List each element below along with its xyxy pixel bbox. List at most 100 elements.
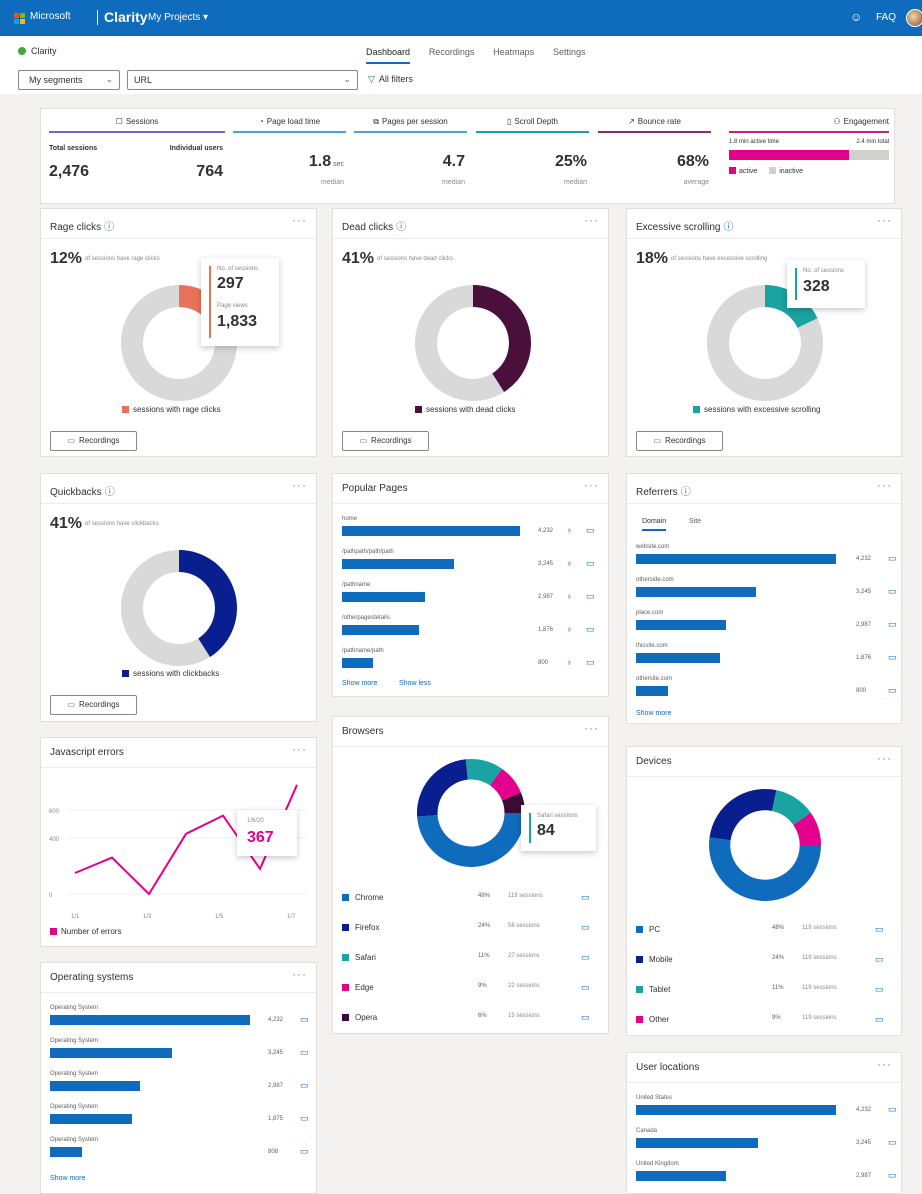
my-projects-dropdown[interactable]: My Projects ▾ [148, 12, 208, 23]
row-bar[interactable] [636, 620, 726, 630]
more-options-icon[interactable]: ··· [292, 213, 307, 227]
help-icon[interactable]: ⓘ [396, 222, 406, 233]
more-options-icon[interactable]: ··· [292, 742, 307, 756]
row-bar[interactable] [636, 686, 668, 696]
recording-camera-icon[interactable]: ▭ [300, 1080, 309, 1091]
recording-camera-icon[interactable]: ▭ [581, 1012, 590, 1023]
row-bar[interactable] [50, 1081, 140, 1091]
row-bar[interactable] [636, 1171, 726, 1181]
tab-site[interactable]: Site [689, 518, 701, 525]
recording-camera-icon[interactable]: ▭ [888, 1137, 897, 1148]
more-options-icon[interactable]: ··· [292, 967, 307, 981]
donut-slice-pc[interactable] [709, 837, 821, 901]
url-filter-dropdown[interactable]: URL ⌄ [127, 70, 358, 90]
show-less-link[interactable]: Show less [399, 680, 431, 687]
show-more-link[interactable]: Show more [636, 710, 671, 717]
recording-camera-icon[interactable]: ▭ [300, 1113, 309, 1124]
more-options-icon[interactable]: ··· [584, 213, 599, 227]
row-bar[interactable] [342, 592, 425, 602]
row-bar[interactable] [50, 1114, 132, 1124]
recording-camera-icon[interactable]: ▭ [581, 922, 590, 933]
row-bar[interactable] [342, 625, 419, 635]
recording-camera-icon[interactable]: ▭ [300, 1146, 309, 1157]
recording-camera-icon[interactable]: ▭ [581, 952, 590, 963]
tab-recordings[interactable]: Recordings [429, 47, 475, 57]
more-options-icon[interactable]: ··· [877, 751, 892, 765]
row-bar[interactable] [50, 1048, 172, 1058]
rage-clicks-recordings-button[interactable]: ▭ Recordings [50, 431, 137, 451]
recording-camera-icon[interactable]: ▭ [300, 1047, 309, 1058]
row-bar[interactable] [636, 587, 756, 597]
row-bar[interactable] [636, 554, 836, 564]
recording-camera-icon[interactable]: ▭ [875, 924, 884, 935]
tab-heatmaps[interactable]: Heatmaps [493, 47, 534, 57]
excessive-scrolling-recordings-button[interactable]: ▭ Recordings [636, 431, 723, 451]
more-options-icon[interactable]: ··· [877, 1057, 892, 1071]
more-options-icon[interactable]: ··· [877, 213, 892, 227]
show-more-link[interactable]: Show more [50, 1175, 85, 1182]
heatmap-icon[interactable]: ♁ [566, 624, 573, 634]
scroll-depth-sub: median [564, 179, 587, 186]
recording-camera-icon[interactable]: ▭ [581, 982, 590, 993]
recording-camera-icon[interactable]: ▭ [581, 892, 590, 903]
help-icon[interactable]: ⓘ [105, 487, 115, 498]
dead-clicks-recordings-button[interactable]: ▭ Recordings [342, 431, 429, 451]
tab-domain[interactable]: Domain [642, 518, 667, 531]
recording-camera-icon[interactable]: ▭ [875, 1014, 884, 1025]
tooltip-sessions-value: 297 [217, 275, 244, 292]
row-bar[interactable] [342, 526, 520, 536]
donut-slice[interactable] [473, 285, 531, 392]
quickbacks-recordings-button[interactable]: ▭ Recordings [50, 695, 137, 715]
avatar[interactable] [906, 9, 922, 27]
recording-camera-icon[interactable]: ▭ [586, 657, 595, 668]
faq-link[interactable]: FAQ [876, 12, 896, 23]
show-more-link[interactable]: Show more [342, 680, 377, 687]
donut-slice[interactable] [179, 550, 238, 657]
heatmap-icon[interactable]: ♁ [566, 657, 573, 667]
recording-camera-icon[interactable]: ▭ [586, 525, 595, 536]
all-filters-button[interactable]: ▽ All filters [368, 74, 413, 85]
legend-row: Mobile 24% 119 sessions ▭ [636, 954, 894, 969]
row-bar[interactable] [636, 1105, 836, 1115]
project-name[interactable]: Clarity [18, 46, 57, 56]
heatmap-icon[interactable]: ♁ [566, 591, 573, 601]
tab-settings[interactable]: Settings [553, 47, 586, 57]
heatmap-icon[interactable]: ♁ [566, 558, 573, 568]
recording-camera-icon[interactable]: ▭ [875, 984, 884, 995]
feedback-smile-icon[interactable]: ☺ [850, 10, 862, 24]
row-bar[interactable] [342, 559, 454, 569]
recording-camera-icon[interactable]: ▭ [888, 586, 897, 597]
dead-clicks-legend: sessions with dead clicks [415, 405, 515, 414]
recording-camera-icon[interactable]: ▭ [888, 1170, 897, 1181]
segments-dropdown[interactable]: My segments ⌄ [18, 70, 120, 90]
heatmap-icon[interactable]: ♁ [566, 525, 573, 535]
row-bar[interactable] [50, 1015, 250, 1025]
donut-slice-chrome[interactable] [417, 813, 525, 868]
row-bar[interactable] [50, 1147, 82, 1157]
recording-camera-icon[interactable]: ▭ [586, 591, 595, 602]
more-options-icon[interactable]: ··· [584, 478, 599, 492]
more-options-icon[interactable]: ··· [584, 721, 599, 735]
more-options-icon[interactable]: ··· [877, 478, 892, 492]
help-icon[interactable]: ⓘ [723, 222, 733, 233]
tab-dashboard[interactable]: Dashboard [366, 47, 411, 64]
recording-camera-icon[interactable]: ▭ [875, 954, 884, 965]
recording-camera-icon[interactable]: ▭ [888, 619, 897, 630]
row-bar[interactable] [342, 658, 373, 668]
recording-camera-icon[interactable]: ▭ [586, 558, 595, 569]
row-bar[interactable] [636, 653, 720, 663]
donut-slice-mobile[interactable] [709, 789, 777, 841]
help-icon[interactable]: ⓘ [681, 487, 691, 498]
help-icon[interactable]: ⓘ [104, 222, 114, 233]
row-bar[interactable] [636, 1138, 758, 1148]
product-name[interactable]: Clarity [104, 9, 148, 25]
recording-camera-icon[interactable]: ▭ [300, 1014, 309, 1025]
recordings-label: Recordings [665, 436, 706, 445]
recording-camera-icon[interactable]: ▭ [586, 624, 595, 635]
recording-camera-icon[interactable]: ▭ [888, 652, 897, 663]
recording-camera-icon[interactable]: ▭ [888, 1104, 897, 1115]
donut-slice-firefox[interactable] [417, 759, 468, 817]
more-options-icon[interactable]: ··· [292, 478, 307, 492]
recording-camera-icon[interactable]: ▭ [888, 685, 897, 696]
recording-camera-icon[interactable]: ▭ [888, 553, 897, 564]
